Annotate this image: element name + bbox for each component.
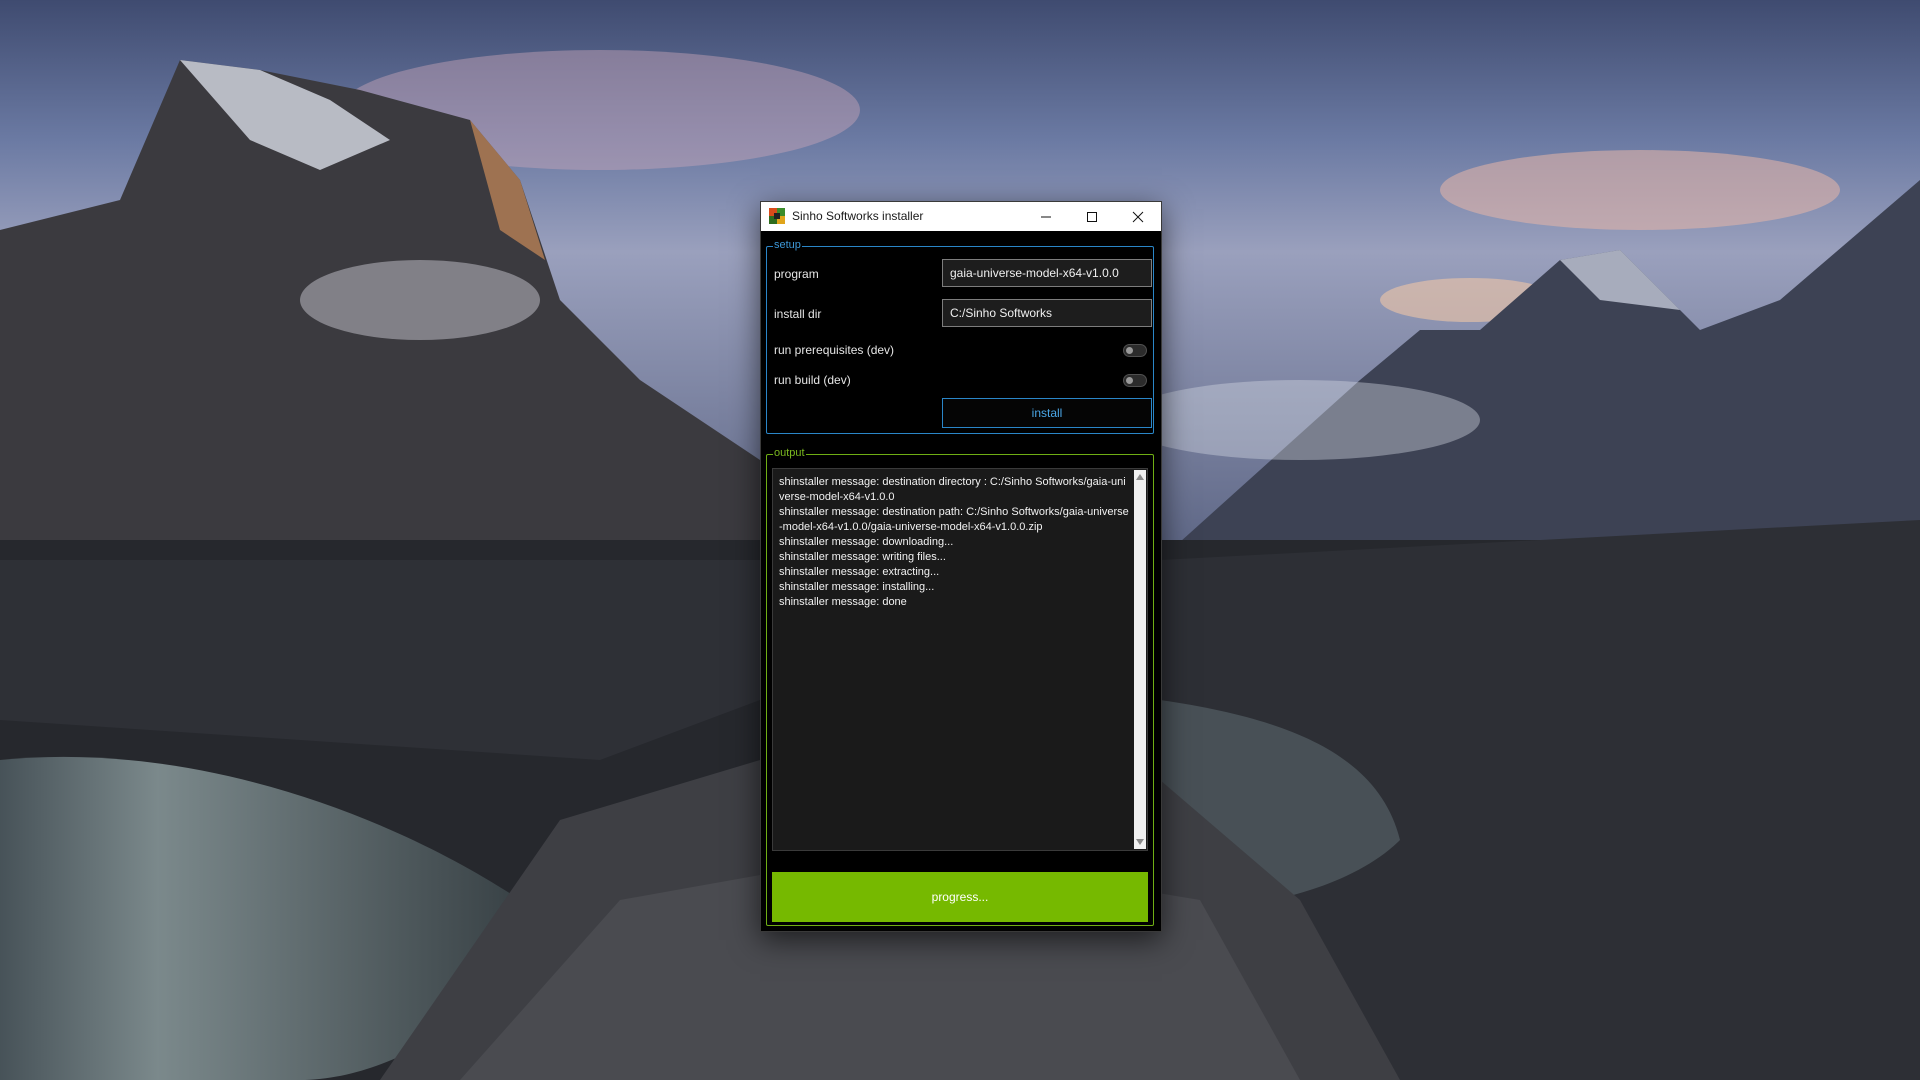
log-line: shinstaller message: extracting...: [779, 566, 940, 578]
log-line: shinstaller message: destination directo…: [779, 476, 1126, 503]
arrow-up-icon: [1136, 474, 1144, 480]
run-build-label: run build (dev): [774, 373, 851, 387]
arrow-down-icon: [1136, 839, 1144, 845]
window-title: Sinho Softworks installer: [792, 209, 924, 223]
run-build-toggle[interactable]: [1123, 374, 1147, 387]
log-scrollbar[interactable]: [1134, 470, 1146, 849]
log-lines: shinstaller message: destination directo…: [779, 475, 1129, 610]
close-icon: [1132, 211, 1144, 222]
installer-window: Sinho Softworks installer setup program …: [760, 201, 1162, 932]
minimize-button[interactable]: [1023, 202, 1069, 231]
progress-label: progress...: [931, 890, 989, 904]
run-prerequisites-label: run prerequisites (dev): [774, 343, 895, 357]
program-label: program: [774, 267, 819, 281]
scroll-up-button[interactable]: [1134, 471, 1146, 483]
scroll-down-button[interactable]: [1134, 836, 1146, 848]
program-field[interactable]: gaia-universe-model-x64-v1.0.0: [942, 259, 1152, 287]
install-button[interactable]: install: [942, 398, 1152, 428]
log-line: shinstaller message: installing...: [779, 581, 935, 593]
log-line: shinstaller message: downloading...: [779, 536, 954, 548]
output-log[interactable]: shinstaller message: destination directo…: [772, 468, 1148, 851]
close-button[interactable]: [1115, 202, 1161, 231]
output-legend: output: [773, 447, 806, 459]
log-line: shinstaller message: done: [779, 596, 907, 608]
setup-group: setup program gaia-universe-model-x64-v1…: [766, 239, 1154, 434]
progress-bar: progress...: [772, 872, 1148, 922]
toggle-knob: [1126, 377, 1133, 384]
log-line: shinstaller message: destination path: C…: [779, 506, 1129, 533]
run-prerequisites-toggle[interactable]: [1123, 344, 1147, 357]
maximize-icon: [1087, 211, 1097, 222]
minimize-icon: [1041, 216, 1051, 217]
title-bar[interactable]: Sinho Softworks installer: [761, 202, 1161, 231]
output-group: output shinstaller message: destination …: [766, 447, 1154, 926]
log-line: shinstaller message: writing files...: [779, 551, 946, 563]
app-icon: [769, 208, 785, 224]
install-dir-label: install dir: [774, 307, 822, 321]
toggle-knob: [1126, 347, 1133, 354]
setup-legend: setup: [773, 239, 802, 251]
install-dir-field[interactable]: C:/Sinho Softworks: [942, 299, 1152, 327]
maximize-button[interactable]: [1069, 202, 1115, 231]
